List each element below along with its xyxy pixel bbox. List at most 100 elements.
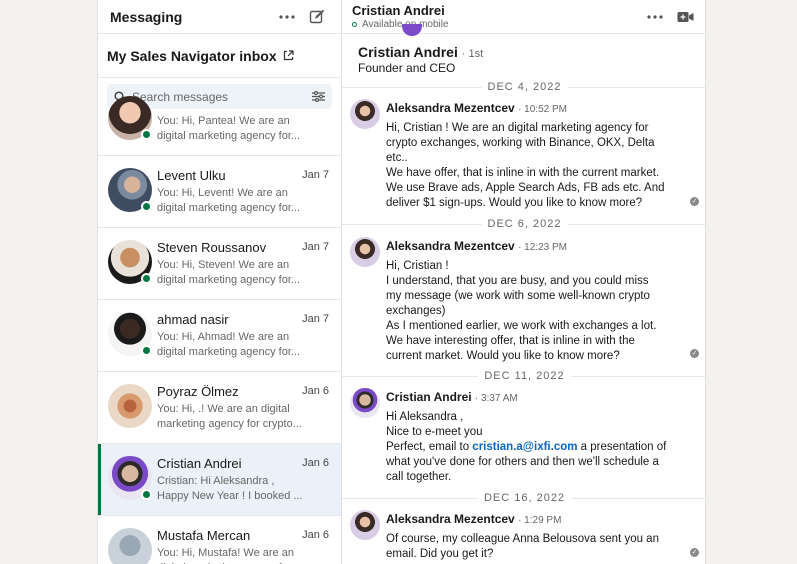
date-separator: DEC 16, 2022 bbox=[342, 491, 707, 505]
thread-header: Cristian Andrei Available on mobile bbox=[342, 0, 707, 34]
thread-contact-name[interactable]: Cristian Andrei bbox=[352, 3, 445, 18]
avatar bbox=[108, 384, 152, 428]
conversation-name: Mustafa Mercan bbox=[157, 528, 251, 543]
message-body: Hi, Cristian ! We are an digital marketi… bbox=[386, 121, 676, 211]
date-separator-text: DEC 6, 2022 bbox=[487, 218, 562, 230]
conversation-list-pane: Messaging My Sales Navigator inbox Searc… bbox=[98, 0, 342, 564]
message-line: Hi, Cristian ! bbox=[386, 260, 449, 272]
date-separator: DEC 4, 2022 bbox=[342, 80, 707, 94]
message-text: a presentation of bbox=[577, 441, 667, 453]
conversation-date: Jan 6 bbox=[302, 385, 329, 397]
conversation-date: Jan 7 bbox=[302, 313, 329, 325]
date-separator-text: DEC 4, 2022 bbox=[487, 81, 562, 93]
date-separator: DEC 11, 2022 bbox=[342, 369, 707, 383]
availability-status: Available on mobile bbox=[352, 19, 449, 30]
conversation-item[interactable]: Steven Roussanov Jan 7 You: Hi, Steven! … bbox=[98, 228, 341, 300]
compose-icon[interactable] bbox=[305, 5, 329, 29]
message-line: Nice to e-meet you bbox=[386, 426, 483, 438]
sender-name[interactable]: Aleksandra Mezentcev bbox=[386, 101, 515, 115]
conversation-name: Poyraz Ölmez bbox=[157, 384, 239, 399]
sender-name[interactable]: Aleksandra Mezentcev bbox=[386, 239, 515, 253]
message-line: Perfect, email to cristian.a@ixfi.com a … bbox=[386, 440, 676, 455]
conversation-snippet: You: Hi, Levent! We are an digital marke… bbox=[157, 187, 301, 214]
message-sender: Cristian Andrei · 3:37 AM bbox=[386, 390, 518, 404]
date-separator: DEC 6, 2022 bbox=[342, 217, 707, 231]
more-options-icon[interactable] bbox=[275, 5, 299, 29]
message-line: Hi, Cristian ! We are an digital marketi… bbox=[386, 122, 649, 134]
sender-avatar[interactable] bbox=[350, 99, 380, 129]
online-status-icon bbox=[141, 273, 152, 284]
message-time: · 1:29 PM bbox=[518, 515, 562, 526]
more-options-icon[interactable] bbox=[643, 5, 667, 29]
online-status-icon bbox=[141, 345, 152, 356]
message-line: deliver $1 sign-ups. Would you like to k… bbox=[386, 197, 643, 209]
conversation-snippet: You: Hi, Steven! We are an digital marke… bbox=[157, 259, 301, 286]
profile-name-text: Cristian Andrei bbox=[358, 44, 458, 60]
message-body: Hi Aleksandra , Nice to e-meet you Perfe… bbox=[386, 410, 676, 485]
avatar bbox=[108, 528, 152, 564]
message-time: · 3:37 AM bbox=[474, 393, 518, 404]
connection-degree: · 1st bbox=[461, 48, 484, 60]
read-receipt-icon: ✓ bbox=[690, 197, 699, 206]
message-time: · 10:52 PM bbox=[518, 104, 567, 115]
message-line: I understand, that you are busy, and you… bbox=[386, 275, 649, 287]
messaging-title: Messaging bbox=[110, 8, 183, 25]
external-link-icon bbox=[283, 50, 294, 61]
date-separator-text: DEC 16, 2022 bbox=[483, 492, 566, 504]
conversation-snippet: You: Hi, Ahmad! We are an digital market… bbox=[157, 331, 301, 358]
message-line: my message (we work with some well-known… bbox=[386, 290, 650, 302]
message-body: Hi, Cristian ! I understand, that you ar… bbox=[386, 259, 676, 364]
message-line: We have offer, that is inline in with th… bbox=[386, 167, 660, 179]
messaging-header: Messaging bbox=[98, 0, 341, 34]
video-call-icon[interactable] bbox=[673, 5, 697, 29]
message-sender: Aleksandra Mezentcev · 10:52 PM bbox=[386, 101, 567, 115]
date-separator-text: DEC 11, 2022 bbox=[484, 370, 565, 382]
mobile-status-icon bbox=[352, 22, 357, 27]
conversation-name: Levent Ulku bbox=[157, 168, 226, 183]
inbox-label: My Sales Navigator inbox bbox=[107, 47, 277, 64]
online-status-icon bbox=[141, 489, 152, 500]
sender-avatar[interactable] bbox=[350, 388, 380, 418]
online-status-icon bbox=[141, 201, 152, 212]
sender-avatar[interactable] bbox=[350, 237, 380, 267]
messaging-panel: Messaging My Sales Navigator inbox Searc… bbox=[97, 0, 707, 564]
read-receipt-icon: ✓ bbox=[690, 349, 699, 358]
conversation-item[interactable]: Levent Ulku Jan 7 You: Hi, Levent! We ar… bbox=[98, 156, 341, 228]
message-line: crypto exchanges, working with Binance, … bbox=[386, 137, 655, 149]
profile-headline: Founder and CEO bbox=[358, 61, 456, 75]
sales-navigator-inbox-link[interactable]: My Sales Navigator inbox bbox=[98, 34, 341, 78]
conversation-item[interactable]: Mustafa Mercan Jan 6 You: Hi, Mustafa! W… bbox=[98, 516, 341, 564]
conversation-name: ahmad nasir bbox=[157, 312, 229, 327]
sender-avatar[interactable] bbox=[350, 510, 380, 540]
conversation-snippet: You: Hi, Pantea! We are an digital marke… bbox=[157, 115, 301, 142]
conversation-item[interactable]: ahmad nasir Jan 7 You: Hi, Ahmad! We are… bbox=[98, 300, 341, 372]
read-receipt-icon: ✓ bbox=[690, 548, 699, 557]
email-link[interactable]: cristian.a@ixfi.com bbox=[472, 441, 577, 453]
conversation-date: Jan 6 bbox=[302, 529, 329, 541]
profile-name[interactable]: Cristian Andrei · 1st bbox=[358, 44, 483, 60]
conversation-item[interactable]: You: Hi, Pantea! We are an digital marke… bbox=[98, 84, 341, 156]
conversation-item-active[interactable]: Cristian Andrei Jan 6 Cristian: Hi Aleks… bbox=[98, 444, 341, 516]
message-text: Perfect, email to bbox=[386, 441, 473, 453]
message-line: current market. Would you like to know m… bbox=[386, 350, 620, 362]
conversation-snippet: Cristian: Hi Aleksandra , Happy New Year… bbox=[157, 475, 303, 502]
conversation-snippet: You: Hi, .! We are an digital marketing … bbox=[157, 403, 302, 430]
sender-name[interactable]: Aleksandra Mezentcev bbox=[386, 512, 515, 526]
sender-name[interactable]: Cristian Andrei bbox=[386, 390, 472, 404]
conversation-date: Jan 6 bbox=[302, 457, 329, 469]
conversation-name: Steven Roussanov bbox=[157, 240, 267, 255]
message-time: · 12:23 PM bbox=[518, 242, 567, 253]
conversation-snippet: You: Hi, Mustafa! We are an digital mark… bbox=[157, 547, 300, 564]
conversation-date: Jan 7 bbox=[302, 169, 329, 181]
conversation-name: Cristian Andrei bbox=[157, 456, 242, 471]
message-line: As I mentioned earlier, we work with exc… bbox=[386, 320, 657, 332]
message-line: We have interesting offer, that is inlin… bbox=[386, 335, 635, 347]
online-status-icon bbox=[141, 129, 152, 140]
message-line: email. Did you get it? bbox=[386, 548, 494, 560]
message-line: exchanges) bbox=[386, 305, 446, 317]
message-body: Of course, my colleague Anna Belousova s… bbox=[386, 532, 676, 562]
conversation-item[interactable]: Poyraz Ölmez Jan 6 You: Hi, .! We are an… bbox=[98, 372, 341, 444]
message-sender: Aleksandra Mezentcev · 1:29 PM bbox=[386, 512, 561, 526]
message-line: etc.. bbox=[386, 152, 408, 164]
conversation-thread-pane: Cristian Andrei Available on mobile Cris… bbox=[342, 0, 707, 564]
